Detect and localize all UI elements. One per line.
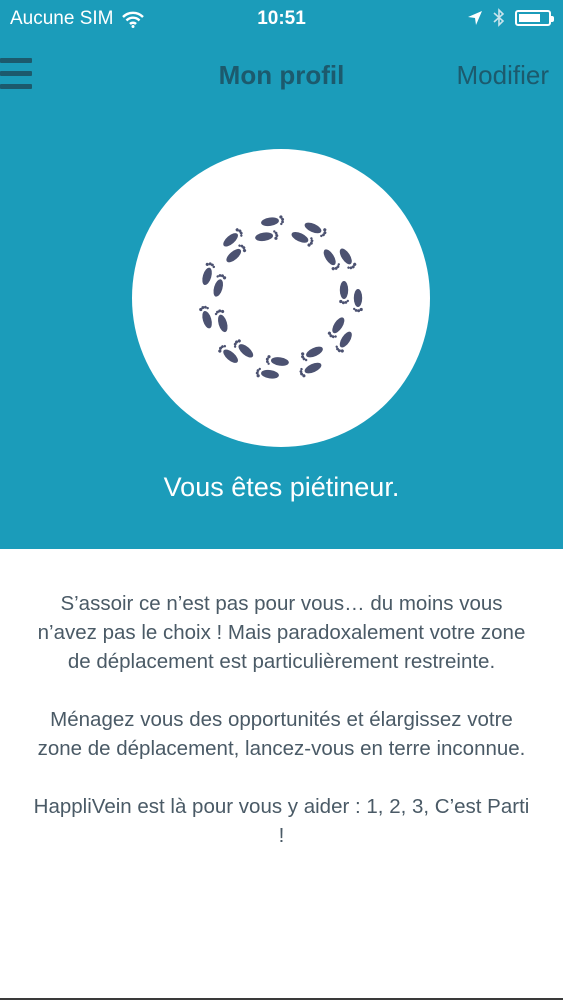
status-bar: Aucune SIM 10:51 [0,0,563,38]
bluetooth-icon [493,8,505,27]
footprint-pair [289,219,329,248]
footprint-pair [220,226,248,266]
footprint-pair [320,246,358,272]
description-paragraph: Ménagez vous des opportunités et élargis… [37,708,526,760]
battery-icon [515,9,554,26]
footprint-pair [339,281,363,313]
description-paragraph: HappliVein est là pour vous y aider : 1,… [33,795,530,847]
footprints-circle-icon [198,214,363,381]
navigation-bar: Mon profil Modifier [0,38,563,112]
footprint-pair [198,304,230,334]
footprint-pair [199,261,227,298]
battery-level-fill [519,13,540,22]
footprint-pair [254,214,285,243]
footprint-pair [216,337,256,366]
description-paragraph: S’assoir ce n’est pas pour vous… du moin… [37,592,526,673]
edit-button[interactable]: Modifier [457,60,549,91]
profile-description: S’assoir ce n’est pas pour vous… du moin… [30,589,533,879]
location-arrow-icon [468,10,482,25]
footprint-pair [255,354,290,381]
footprint-pair [326,315,355,355]
profile-badge [132,149,430,447]
footprint-pair [297,343,325,379]
profile-type-caption: Vous êtes piétineur. [163,472,400,502]
